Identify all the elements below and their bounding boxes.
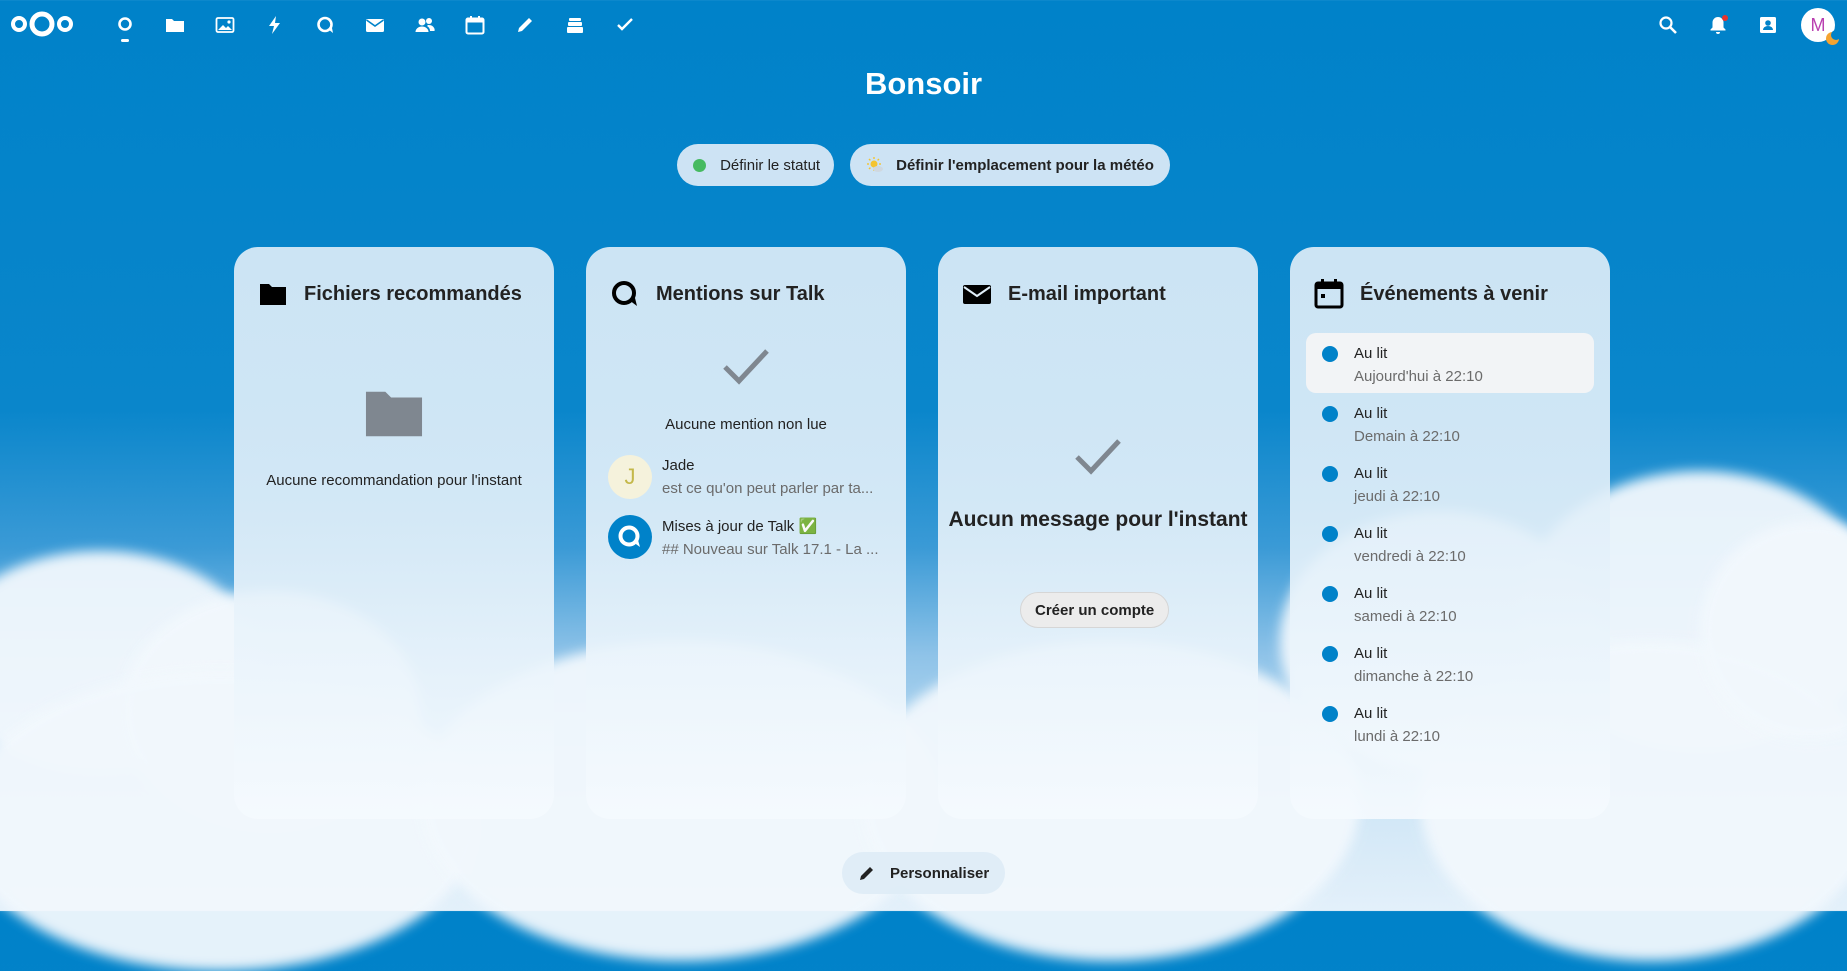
panel-header: Événements à venir <box>1314 279 1548 309</box>
user-avatar[interactable]: M <box>1801 8 1841 45</box>
event-color-dot <box>1322 586 1338 602</box>
empty-folder-icon <box>234 387 554 444</box>
event-item[interactable]: Au lit samedi à 22:10 <box>1306 573 1594 633</box>
event-title: Au lit <box>1354 405 1388 422</box>
calendar-app-icon[interactable] <box>450 0 500 50</box>
item-text: Mises à jour de Talk ✅ ## Nouveau sur Ta… <box>662 515 888 558</box>
event-time: dimanche à 22:10 <box>1354 668 1474 685</box>
event-title: Au lit <box>1354 465 1388 482</box>
event-item[interactable]: Au lit Demain à 22:10 <box>1306 393 1594 453</box>
notes-app-icon[interactable] <box>500 0 550 50</box>
status-actions: Définir le statut Définir l'emplacement … <box>0 144 1847 186</box>
event-title: Au lit <box>1354 585 1388 602</box>
event-time: Aujourd'hui à 22:10 <box>1354 368 1483 385</box>
panel-header: Mentions sur Talk <box>610 279 825 309</box>
item-message: ## Nouveau sur Talk 17.1 - La ... <box>662 541 879 558</box>
recommended-files-panel: Fichiers recommandés Aucune recommandati… <box>234 247 554 819</box>
event-color-dot <box>1322 466 1338 482</box>
avatar-initial: J <box>624 464 636 489</box>
talk-mention-item[interactable]: Mises à jour de Talk ✅ ## Nouveau sur Ta… <box>608 515 888 563</box>
tasks-app-icon[interactable] <box>600 0 650 50</box>
talk-bot-avatar <box>608 515 652 559</box>
nextcloud-logo[interactable] <box>10 8 74 40</box>
files-app-icon[interactable] <box>150 0 200 50</box>
panel-header: E-mail important <box>962 279 1166 309</box>
event-time: vendredi à 22:10 <box>1354 548 1466 565</box>
notification-badge <box>1722 15 1728 21</box>
sun-cloud-icon <box>866 156 884 174</box>
search-icon[interactable] <box>1643 0 1693 50</box>
event-item[interactable]: Au lit lundi à 22:10 <box>1306 693 1594 753</box>
photos-app-icon[interactable] <box>200 0 250 50</box>
create-account-button[interactable]: Créer un compte <box>1020 592 1170 628</box>
item-text: Jade est ce qu'on peut parler par ta... <box>662 455 888 497</box>
event-color-dot <box>1322 406 1338 422</box>
status-away-icon <box>1826 30 1841 45</box>
set-status-label: Définir le statut <box>720 156 821 174</box>
event-item[interactable]: Au lit vendredi à 22:10 <box>1306 513 1594 573</box>
contacts-app-icon[interactable] <box>400 0 450 50</box>
event-time: jeudi à 22:10 <box>1354 488 1440 505</box>
status-online-icon <box>693 158 707 172</box>
event-title: Au lit <box>1354 525 1388 542</box>
header-right: M <box>1643 0 1847 50</box>
talk-app-icon[interactable] <box>300 0 350 50</box>
greeting-title: Bonsoir <box>864 66 983 101</box>
event-time: Demain à 22:10 <box>1354 428 1460 445</box>
talk-empty-text: Aucune mention non lue <box>665 416 827 433</box>
event-title: Au lit <box>1354 705 1388 722</box>
event-item[interactable]: Au lit jeudi à 22:10 <box>1306 453 1594 513</box>
event-color-dot <box>1322 706 1338 722</box>
weather-location-button[interactable]: Définir l'emplacement pour la météo <box>850 144 1170 186</box>
talk-mention-item[interactable]: J Jade est ce qu'on peut parler par ta..… <box>608 455 888 503</box>
panel-title[interactable]: Mentions sur Talk <box>656 283 825 306</box>
files-empty-text: Aucune recommandation pour l'instant <box>266 472 522 489</box>
item-message: est ce qu'on peut parler par ta... <box>662 480 874 497</box>
talk-icon <box>612 281 637 306</box>
customize-label: Personnaliser <box>890 864 990 882</box>
pencil-icon <box>860 867 873 880</box>
avatar-initial: M <box>1810 14 1826 35</box>
talk-mentions-panel: Mentions sur Talk Aucune mention non lue… <box>586 247 906 819</box>
checkmark-icon <box>938 437 1258 482</box>
top-bar: M <box>0 0 1847 50</box>
event-color-dot <box>1322 526 1338 542</box>
calendar-icon <box>1314 279 1344 309</box>
activity-app-icon[interactable] <box>250 0 300 50</box>
event-title: Au lit <box>1354 645 1388 662</box>
notifications-bell-icon[interactable] <box>1693 0 1743 50</box>
checkmark-icon <box>586 347 906 392</box>
panel-header: Fichiers recommandés <box>258 279 522 309</box>
dashboard-panels: Fichiers recommandés Aucune recommandati… <box>234 247 1610 819</box>
mail-app-icon[interactable] <box>350 0 400 50</box>
event-time: samedi à 22:10 <box>1354 608 1457 625</box>
deck-app-icon[interactable] <box>550 0 600 50</box>
item-name: Mises à jour de Talk ✅ <box>662 518 818 535</box>
panel-title[interactable]: Événements à venir <box>1360 283 1548 306</box>
talk-logo-icon <box>618 525 640 547</box>
event-time: lundi à 22:10 <box>1354 728 1440 745</box>
mail-empty-text: Aucun message pour l'instant <box>948 508 1248 531</box>
app-menu <box>100 0 650 50</box>
contacts-menu-icon[interactable] <box>1743 0 1793 50</box>
upcoming-events-panel: Événements à venir Au lit Aujourd'hui à 2… <box>1290 247 1610 819</box>
item-name: Jade <box>662 457 695 474</box>
set-status-button[interactable]: Définir le statut <box>677 144 835 186</box>
weather-location-label: Définir l'emplacement pour la météo <box>896 156 1154 174</box>
event-title: Au lit <box>1354 345 1388 362</box>
mail-icon <box>963 285 991 304</box>
event-item[interactable]: Au lit dimanche à 22:10 <box>1306 633 1594 693</box>
avatar: J <box>608 455 652 499</box>
important-mail-panel: E-mail important Aucun message pour l'in… <box>938 247 1258 819</box>
customize-button[interactable]: Personnaliser <box>842 852 1006 894</box>
event-color-dot <box>1322 646 1338 662</box>
panel-title[interactable]: E-mail important <box>1008 283 1166 306</box>
event-item[interactable]: Au lit Aujourd'hui à 22:10 <box>1306 333 1594 393</box>
panel-title[interactable]: Fichiers recommandés <box>304 283 522 306</box>
event-color-dot <box>1322 346 1338 362</box>
folder-icon <box>260 284 286 305</box>
dashboard-app-icon[interactable] <box>100 0 150 50</box>
